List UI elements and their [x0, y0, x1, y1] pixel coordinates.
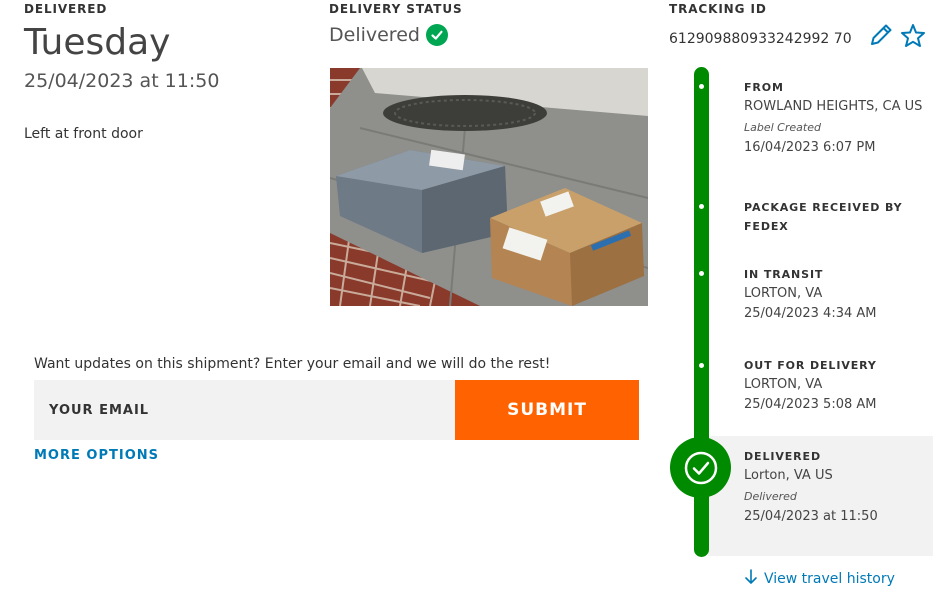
tracking-id-label: TRACKING ID	[669, 2, 767, 16]
delivered-marker	[670, 437, 731, 498]
event-title: DELIVERED	[744, 450, 821, 463]
event-title: IN TRANSIT	[744, 268, 824, 281]
timeline-event-received: PACKAGE RECEIVED BY FEDEX	[744, 198, 903, 236]
event-time: 25/04/2023 4:34 AM	[744, 306, 877, 321]
more-options-link[interactable]: MORE OPTIONS	[34, 448, 159, 463]
star-outline-icon[interactable]	[899, 22, 927, 50]
arrow-down-icon	[744, 569, 758, 589]
delivery-status-value: Delivered	[329, 24, 420, 46]
delivered-day: Tuesday	[24, 22, 171, 63]
check-circle-icon	[425, 24, 448, 46]
event-location: LORTON, VA	[744, 286, 823, 301]
submit-button[interactable]: SUBMIT	[455, 380, 639, 440]
email-updates-prompt: Want updates on this shipment? Enter you…	[34, 356, 551, 372]
event-title: PACKAGE RECEIVED BY	[744, 201, 903, 214]
timeline-dot	[699, 363, 704, 368]
delivery-photo[interactable]	[330, 68, 648, 306]
delivery-status: Delivered	[329, 24, 448, 46]
event-location: ROWLAND HEIGHTS, CA US	[744, 99, 923, 114]
view-travel-history-link[interactable]: View travel history	[744, 569, 895, 589]
event-location: Lorton, VA US	[744, 468, 833, 483]
timeline-dot	[699, 84, 704, 89]
timeline-event-in-transit: IN TRANSIT LORTON, VA 25/04/2023 4:34 AM	[744, 265, 877, 324]
timeline-event-from: FROM ROWLAND HEIGHTS, CA US Label Create…	[744, 78, 922, 158]
pencil-icon[interactable]	[868, 22, 894, 48]
event-time: 25/04/2023 at 11:50	[744, 509, 878, 524]
event-sub-label: Label Created	[744, 121, 821, 134]
timeline-dot	[699, 204, 704, 209]
event-location: LORTON, VA	[744, 377, 823, 392]
event-sub-label: Delivered	[744, 490, 797, 503]
timeline-event-delivered: DELIVERED Lorton, VA US Delivered 25/04/…	[744, 447, 878, 527]
delivered-datetime: 25/04/2023 at 11:50	[24, 70, 220, 92]
checkmark-icon	[684, 451, 717, 484]
event-title: OUT FOR DELIVERY	[744, 359, 877, 372]
event-title: FEDEX	[744, 220, 789, 233]
timeline-dot	[699, 271, 704, 276]
tracking-number: 612909880933242992 70	[669, 31, 852, 47]
email-input[interactable]	[34, 380, 455, 440]
delivered-label: DELIVERED	[24, 2, 108, 16]
event-title: FROM	[744, 81, 784, 94]
event-time: 25/04/2023 5:08 AM	[744, 397, 877, 412]
event-time: 16/04/2023 6:07 PM	[744, 140, 876, 155]
delivery-note: Left at front door	[24, 126, 143, 142]
timeline-event-out-for-delivery: OUT FOR DELIVERY LORTON, VA 25/04/2023 5…	[744, 356, 877, 415]
delivery-status-label: DELIVERY STATUS	[329, 2, 463, 16]
view-travel-history-label: View travel history	[764, 571, 895, 587]
